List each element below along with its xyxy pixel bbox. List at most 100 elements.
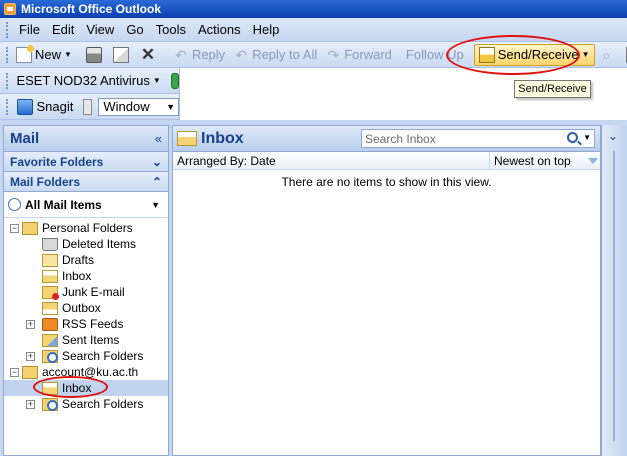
tree-inbox[interactable]: Inbox <box>4 268 168 284</box>
eset-menu-button[interactable]: ESET NOD32 Antivirus ▼ <box>12 70 164 92</box>
snagit-options-icon[interactable] <box>83 98 93 115</box>
tree-account[interactable]: − account@ku.ac.th <box>4 364 168 380</box>
follow-up-button-label: Follow Up <box>405 47 464 62</box>
outlook-app-icon <box>4 3 16 15</box>
rss-feeds-icon <box>42 317 58 331</box>
tree-item-label: Junk E-mail <box>62 285 125 299</box>
chevron-down-icon: ▼ <box>151 199 160 210</box>
window-titlebar: Microsoft Office Outlook <box>0 0 627 18</box>
tree-item-label: Sent Items <box>62 333 120 347</box>
tree-search-folders[interactable]: + Search Folders <box>4 348 168 364</box>
sort-arrow-icon <box>588 157 598 164</box>
tree-item-label: Search Folders <box>62 397 144 411</box>
toolbar-grip[interactable] <box>6 21 9 38</box>
tree-junk-email[interactable]: Junk E-mail <box>4 284 168 300</box>
reply-button[interactable]: ↶ Reply <box>169 44 229 66</box>
expand-icon[interactable]: + <box>26 351 35 361</box>
find-button[interactable]: ⌕ <box>595 44 622 66</box>
new-button[interactable]: New ▼ <box>12 44 76 66</box>
follow-up-button[interactable]: Follow Up <box>402 44 468 66</box>
chevron-up-double-icon[interactable]: ⌃ <box>152 175 162 189</box>
search-folders-icon <box>42 349 58 363</box>
menu-tools[interactable]: Tools <box>150 22 192 37</box>
forward-button[interactable]: ↷ Forward <box>321 44 396 66</box>
arranged-by-button[interactable]: Arranged By: Date <box>173 154 276 168</box>
new-mail-icon <box>16 44 34 63</box>
snagit-capture-button[interactable]: Snagit <box>13 96 78 118</box>
menu-bar: File Edit View Go Tools Actions Help <box>0 18 627 42</box>
tree-rss-feeds[interactable]: + RSS Feeds <box>4 316 168 332</box>
collapse-left-icon[interactable]: « <box>155 131 162 146</box>
toolbar-grip[interactable] <box>6 72 9 89</box>
expand-icon[interactable]: + <box>26 399 35 409</box>
tree-personal-folders[interactable]: − Personal Folders <box>4 220 168 236</box>
send-receive-tooltip: Send/Receive <box>514 80 591 98</box>
expand-icon[interactable]: + <box>26 319 35 329</box>
favorite-folders-label: Favorite Folders <box>10 154 104 169</box>
junk-email-icon <box>42 285 59 300</box>
favorite-folders-header[interactable]: Favorite Folders ⌄ <box>4 152 168 172</box>
to-do-bar-collapsed[interactable]: ⌄ <box>601 125 627 456</box>
menu-edit[interactable]: Edit <box>46 22 80 37</box>
snagit-toolbar: Snagit Window ▼ <box>0 94 180 120</box>
chevron-down-double-icon[interactable]: ⌄ <box>152 155 162 169</box>
all-mail-items-select[interactable]: All Mail Items ▼ <box>4 192 168 218</box>
sort-order-label: Newest on top <box>494 153 571 168</box>
send-receive-button[interactable]: Send/Receive ▼ <box>473 43 595 66</box>
reply-all-icon: ↶ <box>235 46 248 63</box>
tree-item-label: Deleted Items <box>62 237 137 251</box>
chevron-down-icon[interactable]: ▼ <box>64 50 72 59</box>
sort-order-button[interactable]: Newest on top <box>489 151 602 170</box>
tree-item-label: Personal Folders <box>42 221 133 235</box>
search-icon[interactable] <box>567 132 578 143</box>
reply-all-button[interactable]: ↶ Reply to All <box>229 44 321 66</box>
tree-sent-items[interactable]: Sent Items <box>4 332 168 348</box>
snagit-label: Snagit <box>36 99 74 114</box>
drafts-icon <box>42 253 58 267</box>
delete-button[interactable]: ✕ <box>136 44 163 66</box>
all-mail-search-icon <box>8 198 21 211</box>
delete-x-icon: ✕ <box>140 44 156 64</box>
tree-account-search-folders[interactable]: + Search Folders <box>4 396 168 412</box>
outbox-icon <box>42 301 58 315</box>
inbox-header: Inbox ▼ <box>173 126 600 152</box>
deleted-items-icon <box>42 237 58 251</box>
reply-button-label: Reply <box>191 47 226 62</box>
toolbar-grip[interactable] <box>6 98 9 115</box>
collapse-icon[interactable]: − <box>10 367 19 377</box>
send-receive-icon <box>478 46 495 63</box>
menu-help[interactable]: Help <box>247 22 286 37</box>
search-input[interactable] <box>365 131 561 146</box>
collapse-icon[interactable]: − <box>10 223 19 233</box>
toolbar-grip[interactable] <box>6 46 8 63</box>
sent-items-icon <box>42 333 58 347</box>
mail-folders-label: Mail Folders <box>10 174 81 189</box>
tree-drafts[interactable]: Drafts <box>4 252 168 268</box>
print-button[interactable] <box>82 44 109 66</box>
nav-pane-title: Mail <box>10 130 40 147</box>
snagit-mode-select[interactable]: Window ▼ <box>98 97 179 116</box>
menu-actions[interactable]: Actions <box>192 22 247 37</box>
menu-view[interactable]: View <box>80 22 120 37</box>
move-folder-icon <box>112 46 129 63</box>
chevron-down-double-icon[interactable]: ⌄ <box>608 129 618 143</box>
tree-item-label: Inbox <box>62 381 92 395</box>
nav-pane-header: Mail « <box>4 126 168 152</box>
tree-deleted-items[interactable]: Deleted Items <box>4 236 168 252</box>
move-to-folder-button[interactable] <box>109 44 136 66</box>
menu-go[interactable]: Go <box>120 22 149 37</box>
chevron-down-icon[interactable]: ▼ <box>582 50 590 59</box>
chevron-down-icon[interactable]: ▼ <box>583 133 591 142</box>
standard-toolbar: New ▼ ✕ ↶ Reply ↶ Reply to All ↷ Forward… <box>0 42 627 68</box>
mail-folders-header[interactable]: Mail Folders ⌃ <box>4 172 168 192</box>
inbox-folder-icon <box>177 131 197 146</box>
search-folders-icon <box>42 397 58 411</box>
search-box: ▼ <box>361 129 595 148</box>
tree-outbox[interactable]: Outbox <box>4 300 168 316</box>
tree-account-inbox[interactable]: Inbox <box>4 380 168 396</box>
printer-icon <box>85 46 102 63</box>
menu-file[interactable]: File <box>13 22 46 37</box>
eset-scan-icon[interactable] <box>170 72 179 89</box>
chevron-down-icon: ▼ <box>152 76 161 85</box>
address-book-button[interactable] <box>622 44 627 66</box>
